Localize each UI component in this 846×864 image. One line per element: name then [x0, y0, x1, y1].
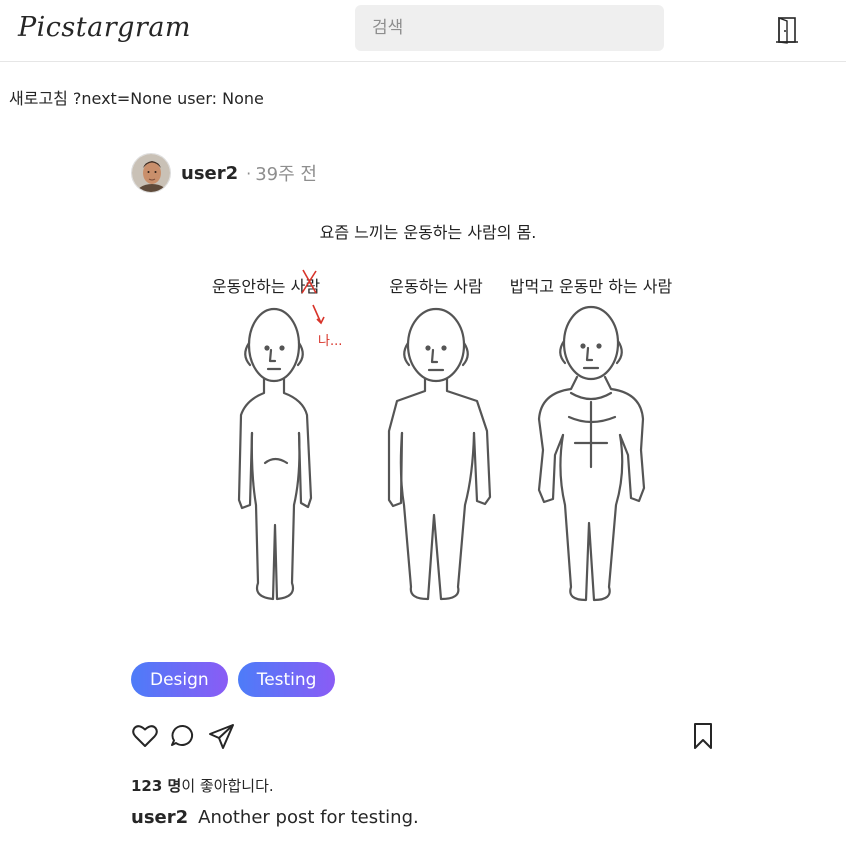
image-label-2: 운동하는 사람: [389, 277, 483, 296]
refresh-link[interactable]: 새로고침: [9, 89, 68, 108]
share-icon[interactable]: [208, 722, 236, 750]
bookmark-icon[interactable]: [689, 722, 717, 750]
top-nav-bar: Picstargram: [0, 0, 846, 62]
debug-line: 새로고침 ?next=None user: None: [9, 85, 269, 109]
comment-icon[interactable]: [169, 722, 197, 750]
scribble-text: 나...: [318, 334, 342, 349]
image-title: 요즘 느끼는 운동하는 사람의 몸.: [320, 223, 537, 242]
caption-username[interactable]: user2: [131, 807, 188, 828]
likes-suffix: 이 좋아합니다.: [181, 777, 274, 795]
likes-text: 123 명이 좋아합니다.: [131, 775, 274, 796]
app-logo[interactable]: Picstargram: [18, 12, 191, 43]
image-label-1: 운동안하는 사람: [212, 277, 320, 296]
caption-text: Another post for testing.: [198, 807, 419, 828]
image-label-3: 밥먹고 운동만 하는 사람: [510, 277, 673, 296]
tag-list: Design Testing: [131, 662, 336, 697]
separator-dot: ·: [246, 163, 252, 183]
debug-info: ?next=None user: None: [72, 89, 264, 108]
figure-bodybuilder: [537, 305, 646, 602]
tag-testing[interactable]: Testing: [237, 662, 336, 697]
post-header: user2 · 39주 전: [131, 153, 317, 193]
post-time: 39주 전: [255, 164, 317, 185]
search-input[interactable]: [355, 5, 664, 51]
post-actions: [131, 722, 716, 752]
post-image[interactable]: 요즘 느끼는 운동하는 사람의 몸. 운동안하는 사람 운동하는 사람 밥먹고 …: [131, 205, 716, 635]
door-icon[interactable]: [774, 16, 800, 44]
figure-exerciser: [387, 307, 492, 601]
post-username[interactable]: user2: [181, 163, 238, 184]
figure-non-exerciser: [237, 307, 313, 601]
heart-icon[interactable]: [131, 722, 159, 750]
post-caption: user2 Another post for testing.: [131, 807, 419, 828]
likes-count[interactable]: 123 명: [131, 777, 181, 795]
tag-design[interactable]: Design: [131, 662, 228, 697]
avatar[interactable]: [131, 153, 171, 193]
